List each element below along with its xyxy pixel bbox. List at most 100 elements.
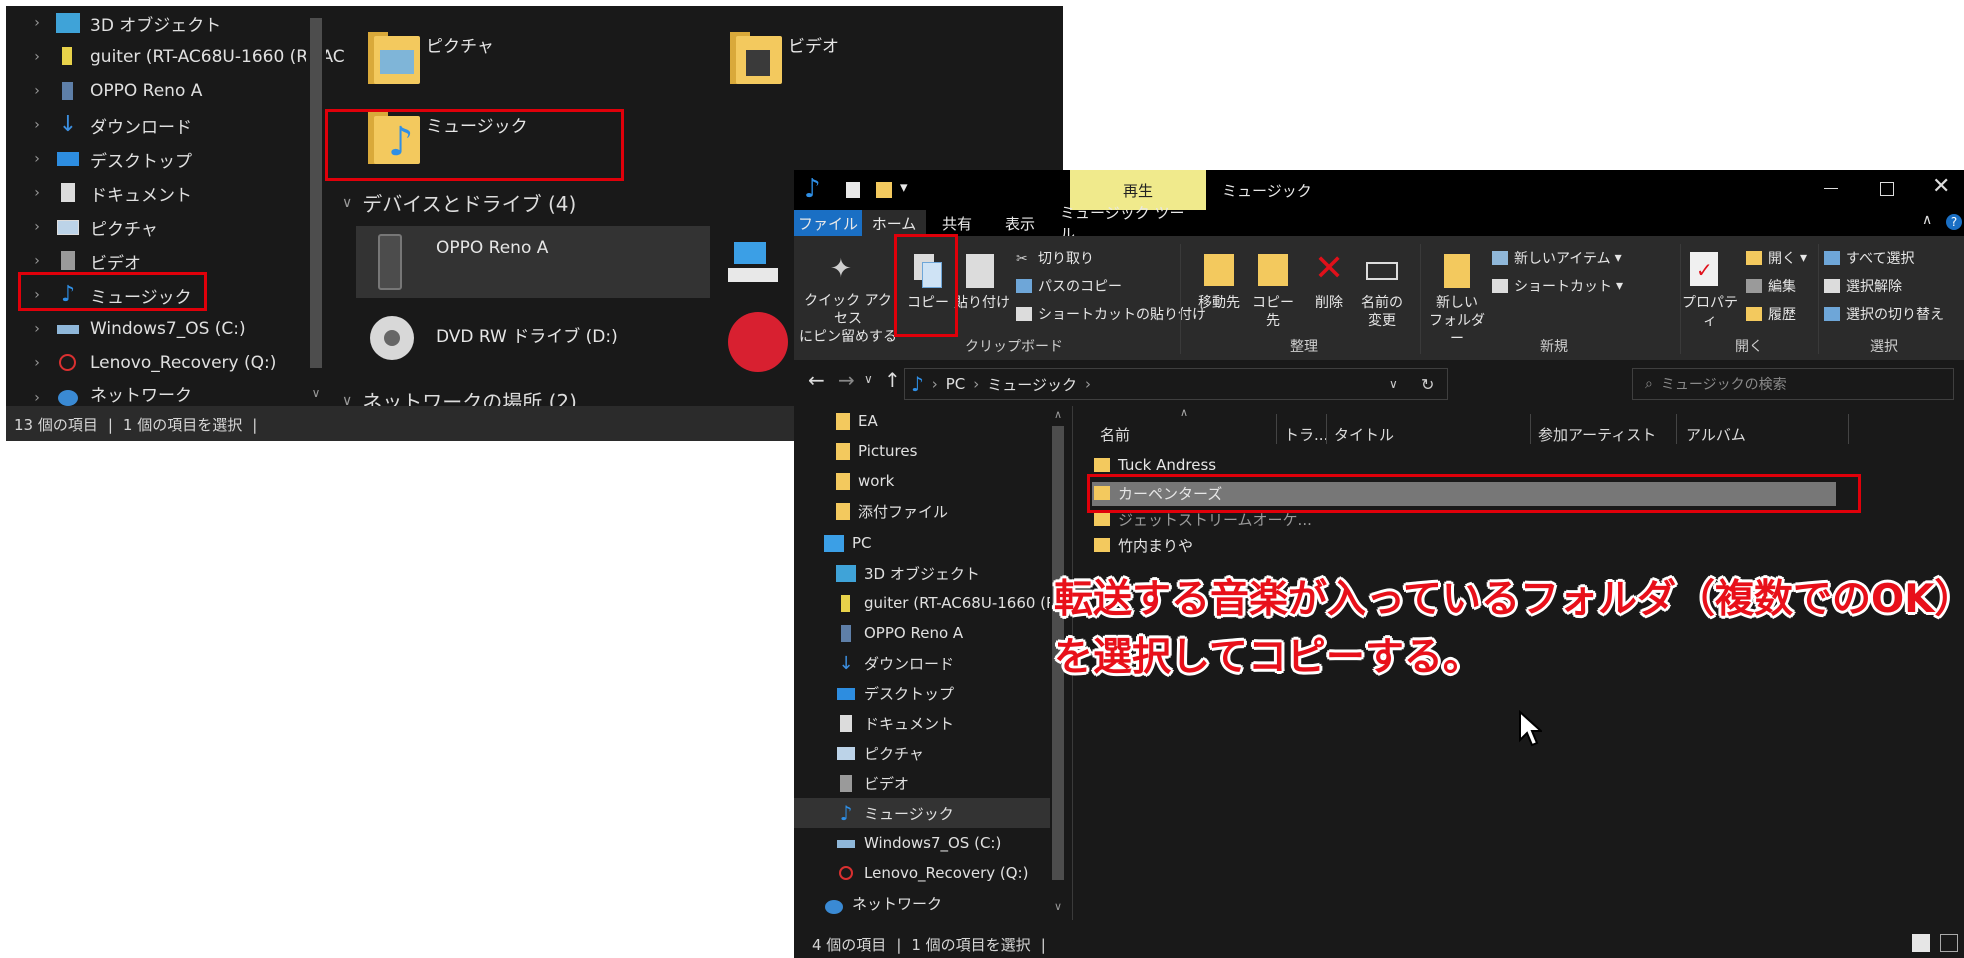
properties-button[interactable]: プロパティ [1680,294,1740,330]
nav-item-guiter[interactable]: › guiter (RT-AC68U-1660 (RT-AC [6,40,345,74]
nav-item-documents[interactable]: ドキュメント [836,708,954,738]
nav-item-pictures[interactable]: ピクチャ [836,738,924,768]
chevron-down-icon[interactable]: ∨ [306,386,326,400]
address-bar[interactable]: ♪ › PC › ミュージック › ∨ ↻ [904,368,1448,400]
search-box[interactable]: ⌕ ミュージックの検索 [1632,368,1954,400]
large-icons-view-button[interactable] [1940,934,1958,952]
details-view-button[interactable] [1912,934,1930,952]
nav-item-videos[interactable]: ビデオ [836,768,909,798]
column-separator[interactable] [1276,414,1277,444]
dvd-drive-tile[interactable]: DVD RW ドライブ (D:) [356,310,710,382]
forward-arrow-icon[interactable]: → [838,368,855,392]
nav-item-desktop[interactable]: デスクトップ [836,678,954,708]
chevron-right-icon[interactable]: › [26,390,48,406]
history-button[interactable]: 履歴 [1746,304,1796,324]
select-all-button[interactable]: すべて選択 [1824,248,1914,268]
chevron-up-icon[interactable]: ∧ [1050,408,1066,421]
nav-item-desktop[interactable]: › デスクトップ [6,142,192,176]
minimize-button[interactable] [1824,188,1838,189]
column-separator[interactable] [1676,414,1677,444]
nav-item-3d-objects[interactable]: › 3D オブジェクト [6,6,221,40]
chevron-right-icon[interactable]: › [26,151,48,167]
nav-item-downloads[interactable]: ↓ ダウンロード [836,648,954,678]
nav-item-windows7-os[interactable]: › Windows7_OS (C:) [6,312,245,346]
paste-shortcut-button[interactable]: ショートカットの貼り付け [1016,304,1206,324]
address-dropdown-icon[interactable]: ∨ [1389,377,1398,391]
nav-scrollbar-thumb[interactable] [310,18,322,368]
open-button[interactable]: 開く ▾ [1746,248,1807,268]
nav-item-pictures[interactable]: › ピクチャ [6,210,158,244]
nav-item-3d-objects[interactable]: 3D オブジェクト [836,558,980,588]
qat-dropdown-icon[interactable]: ▾ [900,178,908,196]
column-name[interactable]: 名前 [1100,420,1130,448]
chevron-right-icon[interactable]: › [26,185,48,201]
nav-item-oppo[interactable]: › OPPO Reno A [6,74,202,108]
column-track[interactable]: トラ... [1284,420,1328,448]
ribbon-collapse-icon[interactable]: ∧ [1922,212,1932,228]
chevron-right-icon[interactable]: › [26,253,48,269]
chevron-right-icon[interactable]: › [26,321,48,337]
paste-button[interactable]: 貼り付け [954,294,1010,312]
chevron-right-icon[interactable]: › [26,83,48,99]
invert-selection-button[interactable]: 選択の切り替え [1824,304,1944,324]
devices-group-header[interactable]: ∨ デバイスとドライブ (4) [342,188,576,217]
chevron-down-icon[interactable]: ∨ [342,195,352,211]
qat-properties-icon[interactable] [846,182,860,198]
copy-to-button[interactable]: コピー先 [1246,294,1300,330]
chevron-right-icon[interactable]: › [26,117,48,133]
delete-button[interactable]: 削除 [1304,294,1354,312]
column-artist[interactable]: 参加アーティスト [1538,420,1656,448]
tab-home[interactable]: ホーム [862,210,926,236]
maximize-button[interactable] [1880,182,1894,196]
folder-pictures[interactable]: ピクチャ [364,32,494,84]
chevron-down-icon[interactable]: ∨ [1050,900,1066,913]
nav-item-lenovo-recovery[interactable]: › Lenovo_Recovery (Q:) [6,346,276,380]
refresh-icon[interactable]: ↻ [1421,375,1434,394]
column-separator[interactable] [1848,414,1849,444]
recent-dropdown-icon[interactable]: ∨ [864,372,873,386]
new-item-button[interactable]: 新しいアイテム ▾ [1492,248,1622,268]
pin-quick-access-button[interactable]: クイック アクセス にピン留めする [798,292,898,346]
nav-item-network[interactable]: ネットワーク [824,892,942,914]
nav-item-pictures-folder[interactable]: Pictures [836,436,917,466]
up-arrow-icon[interactable]: ↑ [884,368,901,392]
column-separator[interactable] [1326,414,1327,444]
nav-item-oppo[interactable]: OPPO Reno A [836,618,963,648]
device-phone-tile[interactable]: OPPO Reno A [356,226,710,298]
nav-item-lenovo-recovery[interactable]: Lenovo_Recovery (Q:) [836,858,1028,888]
rename-button[interactable]: 名前の 変更 [1354,294,1410,330]
nav-item-work[interactable]: work [836,466,894,496]
nav-item-network[interactable]: › ネットワーク [6,384,192,406]
nav-item-documents[interactable]: › ドキュメント [6,176,192,210]
select-none-button[interactable]: 選択解除 [1824,276,1902,296]
breadcrumb-pc[interactable]: PC [946,375,966,393]
copy-path-button[interactable]: パスのコピー [1016,276,1122,296]
nav-scrollbar[interactable]: ∨ [306,6,326,406]
nav-item-windows7-os[interactable]: Windows7_OS (C:) [836,828,1001,858]
close-button[interactable]: ✕ [1932,174,1950,199]
tab-file[interactable]: ファイル [794,210,862,236]
breadcrumb-music[interactable]: ミュージック [987,374,1077,395]
chevron-right-icon[interactable]: › [26,355,48,371]
cut-button[interactable]: ✂ 切り取り [1016,248,1094,268]
tab-view[interactable]: 表示 [988,210,1052,236]
nav-item-attachments[interactable]: 添付ファイル [836,496,948,526]
back-arrow-icon[interactable]: ← [808,368,825,392]
nav-item-pc[interactable]: PC [824,528,872,558]
tab-music-tools[interactable]: ミュージック ツール [1060,204,1198,243]
nav-item-ea[interactable]: EA [836,406,878,436]
edit-button[interactable]: 編集 [1746,276,1796,296]
chevron-right-icon[interactable]: › [26,219,48,235]
file-row-takeuchi[interactable]: 竹内まりや [1094,532,1193,558]
column-title[interactable]: タイトル [1334,420,1394,448]
chevron-right-icon[interactable]: › [26,15,48,31]
chevron-right-icon[interactable]: › [26,49,48,65]
tab-share[interactable]: 共有 [926,210,988,236]
column-separator[interactable] [1530,414,1531,444]
folder-video[interactable]: ビデオ [726,32,839,84]
column-album[interactable]: アルバム [1686,420,1746,448]
nav-item-downloads[interactable]: › ↓ ダウンロード [6,108,192,142]
qat-folder-icon[interactable] [876,182,892,198]
help-icon[interactable]: ? [1946,214,1962,230]
shortcut-button[interactable]: ショートカット ▾ [1492,276,1623,296]
